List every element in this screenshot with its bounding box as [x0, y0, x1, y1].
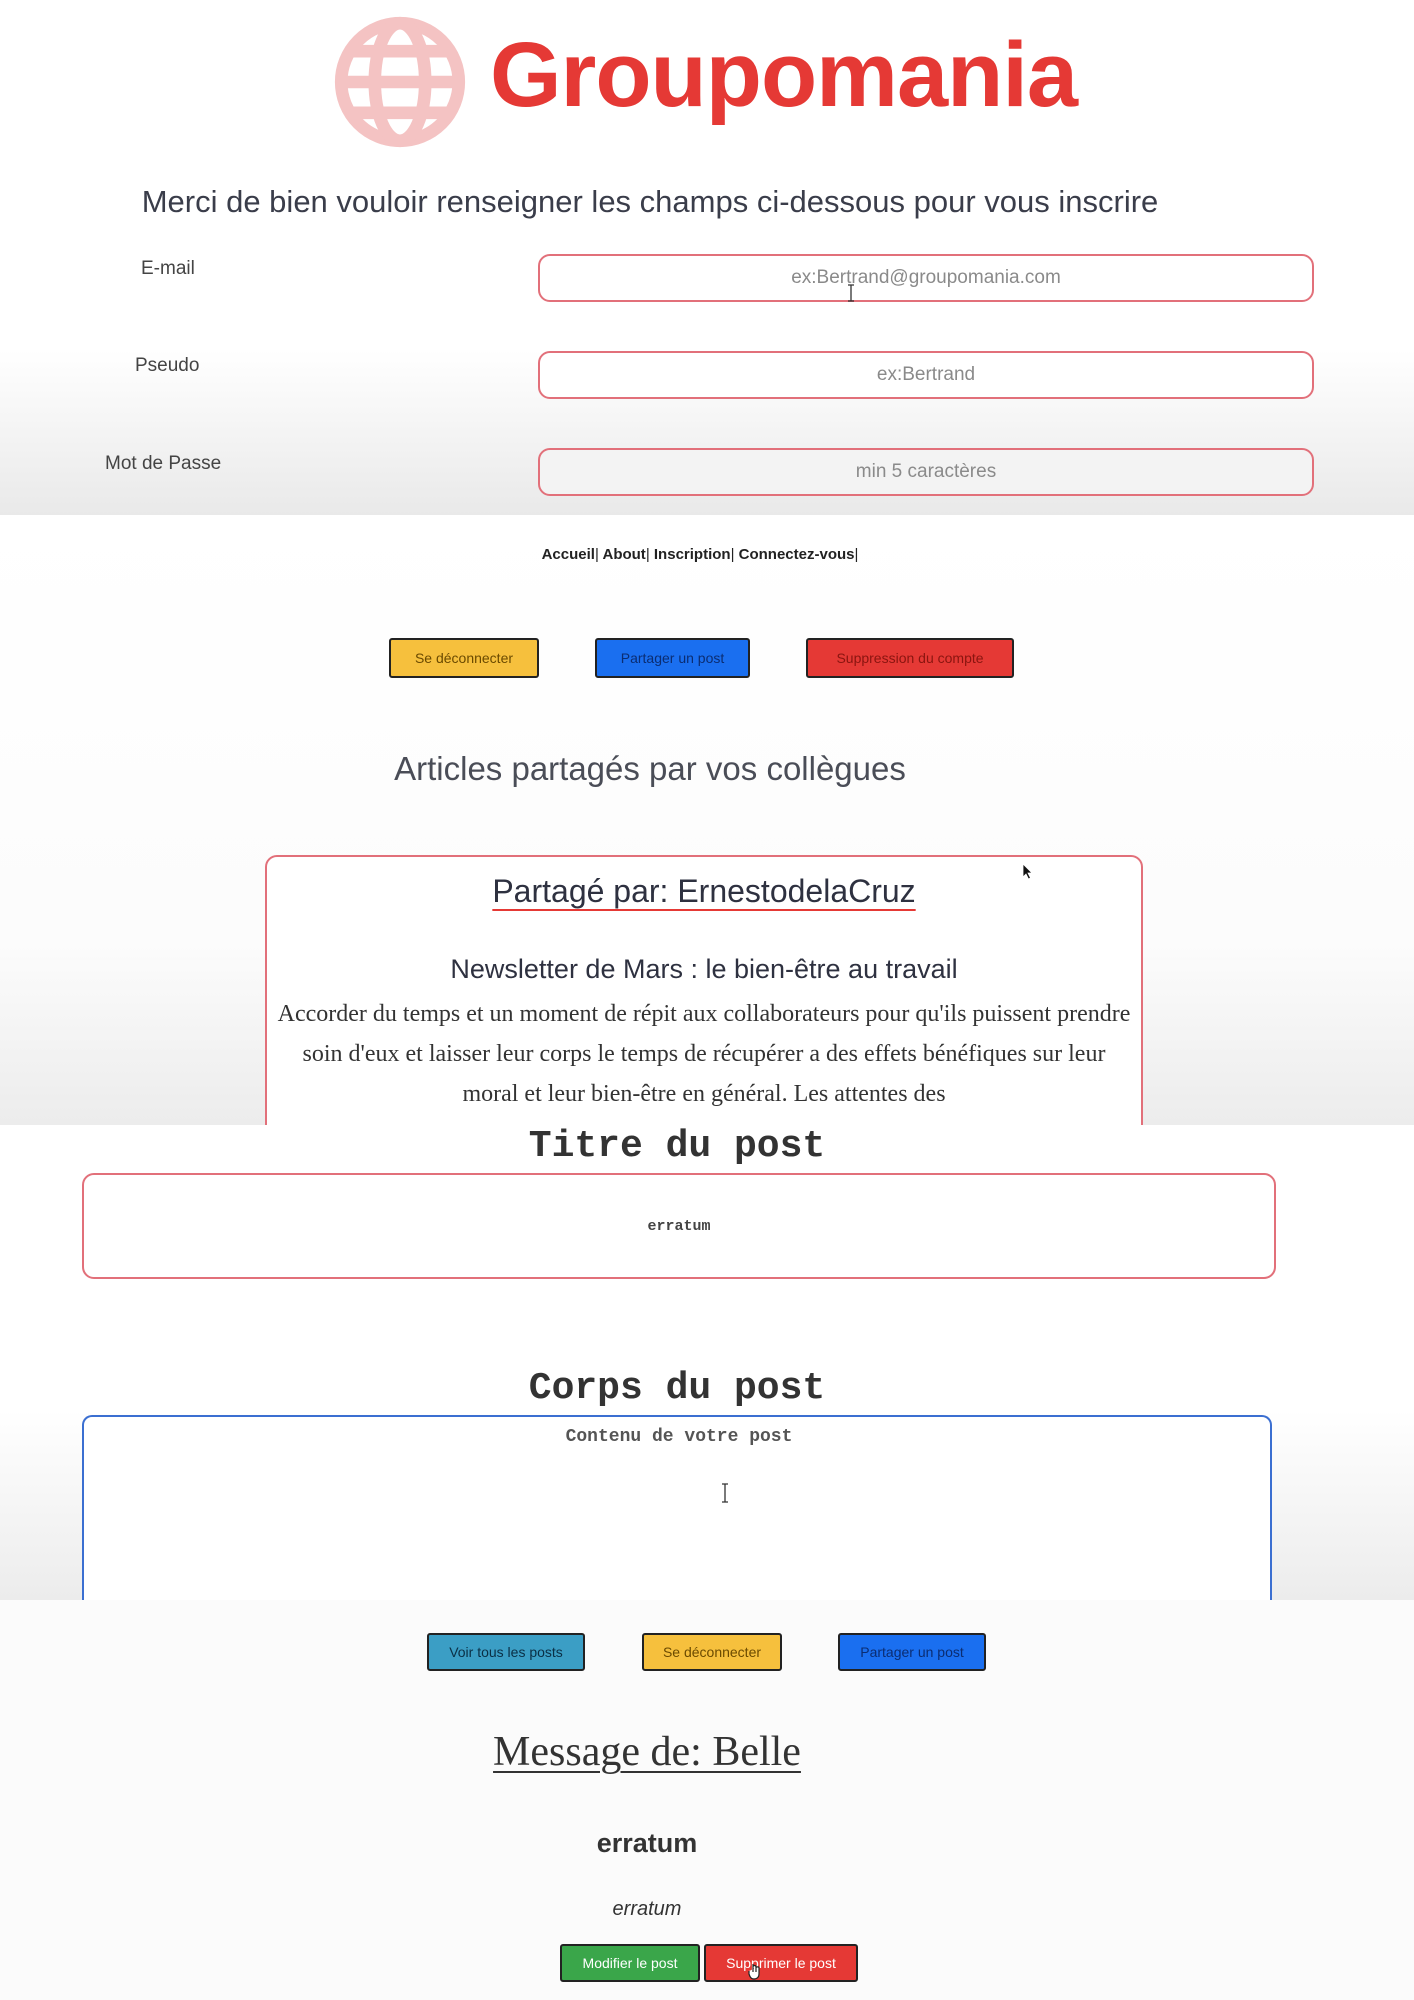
article-body: Accorder du temps et un moment de répit … [277, 1001, 1131, 1107]
nav-link-connectez-vous[interactable]: Connectez-vous [739, 546, 855, 563]
nav-link-inscription[interactable]: Inscription [654, 546, 731, 563]
hand-pointer-icon [748, 1964, 760, 1980]
post-body-label: Corps du post [528, 1367, 826, 1410]
pseudo-field[interactable]: ex:Bertrand [538, 351, 1314, 399]
message-body: erratum [612, 1898, 682, 1920]
nav-bar: Accueil| About| Inscription| Connectez-v… [541, 546, 859, 563]
home-panel: Accueil| About| Inscription| Connectez-v… [0, 515, 1414, 1125]
message-title: erratum [596, 1828, 698, 1858]
article-author: Partagé par: ErnestodelaCruz [492, 873, 916, 909]
nav-link-accueil[interactable]: Accueil [542, 546, 595, 563]
post-body-placeholder: Contenu de votre post [565, 1427, 793, 1447]
edit-post-button[interactable]: Modifier le post [560, 1944, 700, 1982]
share-post-button[interactable]: Partager un post [595, 638, 750, 678]
article-title: Newsletter de Mars : le bien-être au tra… [450, 954, 958, 984]
email-label: E-mail [141, 258, 195, 279]
globe-icon [334, 16, 466, 148]
mouse-pointer-icon [1022, 863, 1033, 880]
signup-panel: Groupomania Merci de bien vouloir rensei… [0, 0, 1414, 515]
brand-name: Groupomania [490, 24, 1078, 126]
text-cursor-icon [722, 1483, 728, 1503]
password-label: Mot de Passe [105, 453, 222, 474]
signup-intro: Merci de bien vouloir renseigner les cha… [141, 184, 1159, 219]
post-title-label: Titre du post [528, 1125, 826, 1168]
logout-button[interactable]: Se déconnecter [642, 1633, 782, 1671]
message-author: Message de: Belle [493, 1729, 801, 1775]
post-body-textarea[interactable]: Contenu de votre post [82, 1415, 1272, 1600]
section-title: Articles partagés par vos collègues [394, 750, 906, 787]
logout-button[interactable]: Se déconnecter [389, 638, 539, 678]
article-card[interactable]: Partagé par: ErnestodelaCruz Newsletter … [265, 855, 1143, 1125]
delete-post-button[interactable]: Supprimer le post [704, 1944, 858, 1982]
password-field[interactable]: min 5 caractères [538, 448, 1314, 496]
nav-link-about[interactable]: About [602, 546, 645, 563]
view-all-posts-button[interactable]: Voir tous les posts [427, 1633, 585, 1671]
email-field[interactable]: ex:Bertrand@groupomania.com [538, 254, 1314, 302]
post-form-panel: Titre du post erratum Corps du post Cont… [0, 1125, 1414, 1600]
post-title-input[interactable]: erratum [82, 1173, 1276, 1279]
text-cursor-icon [848, 284, 854, 302]
share-post-button[interactable]: Partager un post [838, 1633, 986, 1671]
delete-account-button[interactable]: Suppression du compte [806, 638, 1014, 678]
message-panel: Voir tous les posts Se déconnecter Parta… [0, 1600, 1414, 2000]
pseudo-label: Pseudo [135, 355, 200, 376]
